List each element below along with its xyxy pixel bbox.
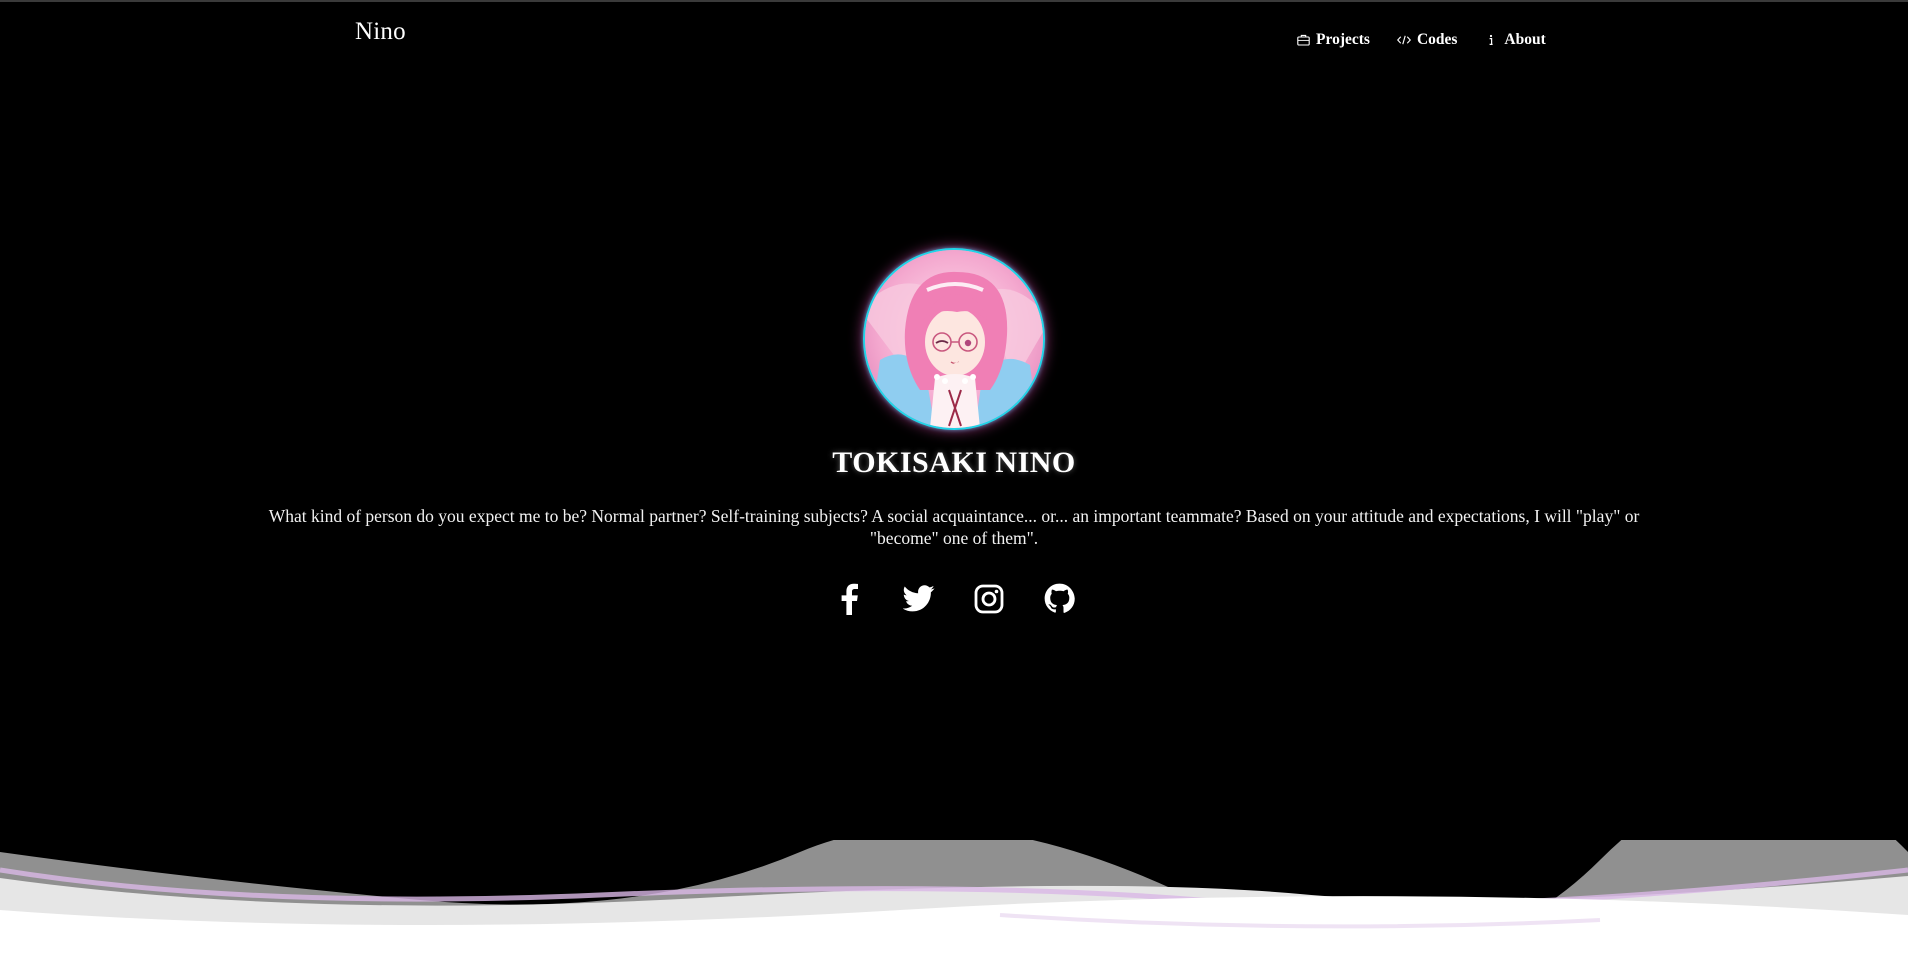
twitter-icon — [902, 585, 935, 617]
info-icon — [1484, 33, 1498, 47]
nav-label-codes: Codes — [1416, 31, 1458, 48]
hero-description: What kind of person do you expect me to … — [268, 506, 1640, 548]
hero-section: TOKISAKI NINO What kind of person do you… — [0, 248, 1908, 617]
facebook-icon — [839, 583, 859, 620]
nav-item-codes[interactable]: Codes — [1396, 31, 1458, 49]
hero-title: TOKISAKI NINO — [832, 446, 1076, 479]
main-nav: Projects Codes About — [1296, 31, 1546, 49]
nav-item-about[interactable]: About — [1484, 31, 1546, 49]
briefcase-icon — [1296, 33, 1310, 47]
instagram-icon — [974, 584, 1004, 619]
github-icon — [1044, 583, 1075, 619]
window-top-border — [0, 0, 1908, 2]
social-links — [0, 583, 1908, 620]
avatar — [863, 248, 1045, 430]
instagram-link[interactable] — [973, 584, 1005, 619]
brand-logo-link[interactable]: Nino — [355, 18, 406, 46]
nav-item-projects[interactable]: Projects — [1296, 31, 1370, 49]
code-icon — [1396, 33, 1411, 47]
github-link[interactable] — [1043, 583, 1075, 619]
nav-label-projects: Projects — [1316, 31, 1370, 48]
page: Nino Projects Codes About TOKISAKI NINO … — [0, 0, 1908, 958]
twitter-link[interactable] — [902, 585, 935, 617]
facebook-link[interactable] — [833, 583, 865, 620]
nav-label-about: About — [1504, 31, 1546, 48]
decorative-waves — [0, 840, 1908, 958]
